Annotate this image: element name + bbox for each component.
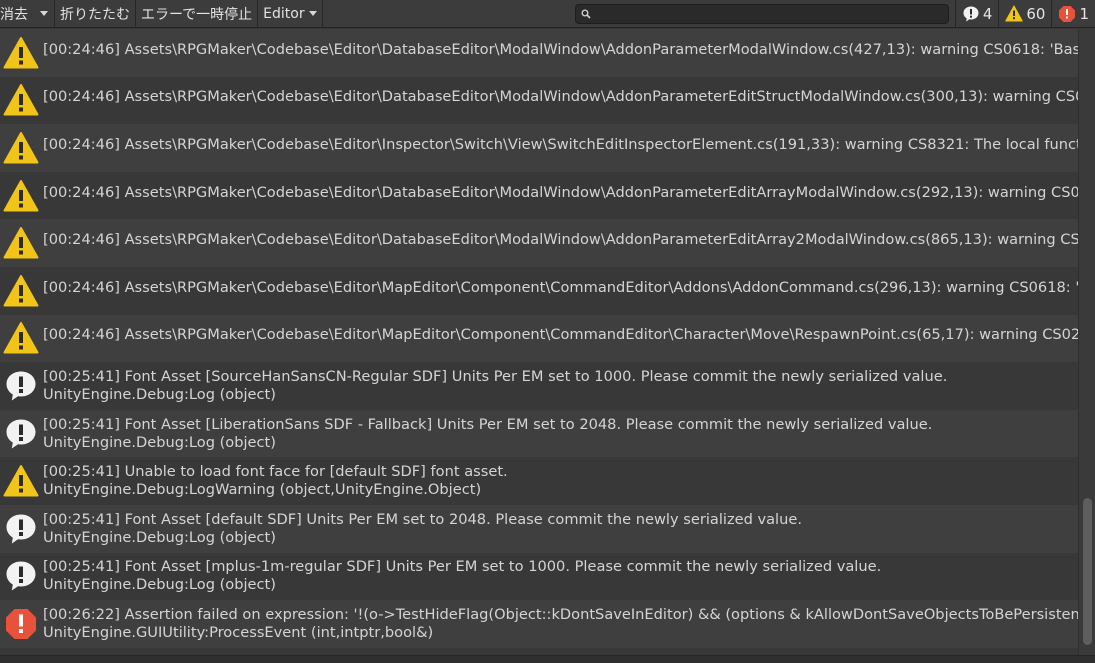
log-stack-line: UnityEngine.Debug:Log (object) xyxy=(43,576,276,594)
error-count-toggle[interactable]: 1 xyxy=(1051,0,1095,28)
warning-icon-graphic xyxy=(3,131,39,164)
error-pause-toggle[interactable]: エラーで一時停止 xyxy=(136,0,259,28)
log-entry-info[interactable]: [00:25:41] Font Asset [SourceHanSansCN-R… xyxy=(0,362,1078,410)
chevron-down-icon xyxy=(39,11,48,16)
log-message: [00:24:46] Assets\RPGMaker\Codebase\Edit… xyxy=(43,184,1078,202)
info-icon xyxy=(1,412,41,456)
warning-icon xyxy=(1,459,41,503)
vertical-scrollbar[interactable] xyxy=(1078,29,1095,655)
log-entry-warning[interactable]: [00:24:46] Assets\RPGMaker\Codebase\Edit… xyxy=(0,219,1078,267)
info-icon-graphic xyxy=(6,561,36,591)
warning-icon-graphic xyxy=(3,227,39,259)
warning-count: 60 xyxy=(1026,4,1046,23)
warning-icon xyxy=(1,316,41,360)
editor-target-dropdown[interactable]: Editor xyxy=(258,0,323,28)
error-pause-label: エラーで一時停止 xyxy=(141,6,253,23)
log-stack-line: UnityEngine.Debug:Log (object) xyxy=(43,433,276,451)
collapse-label: 折りたたむ xyxy=(60,6,130,23)
log-message-line: [00:24:46] Assets\RPGMaker\Codebase\Edit… xyxy=(43,40,1078,58)
error-icon-graphic xyxy=(6,608,36,639)
log-entry-warning[interactable]: [00:24:46] Assets\RPGMaker\Codebase\Edit… xyxy=(0,266,1078,315)
detail-splitter[interactable] xyxy=(0,655,1095,663)
warning-icon-graphic xyxy=(3,465,39,497)
log-message-line: [00:24:46] Assets\RPGMaker\Codebase\Edit… xyxy=(43,135,1078,153)
log-message: [00:24:46] Assets\RPGMaker\Codebase\Edit… xyxy=(43,279,1078,297)
log-message-line: [00:25:41] Font Asset [default SDF] Unit… xyxy=(43,510,802,528)
log-message: [00:25:41] Unable to load font face for … xyxy=(43,463,508,499)
warning-count-toggle[interactable]: 60 xyxy=(998,0,1051,28)
log-message-line: [00:26:22] Assertion failed on expressio… xyxy=(43,605,1078,623)
log-message: [00:25:41] Font Asset [mplus-1m-regular … xyxy=(43,558,881,594)
scrollbar-thumb[interactable] xyxy=(1083,498,1092,645)
search-input[interactable] xyxy=(590,5,948,22)
log-message: [00:26:22] Assertion failed on expressio… xyxy=(43,606,1078,642)
log-entry-warning[interactable]: [00:24:46] Assets\RPGMaker\Codebase\Edit… xyxy=(0,76,1078,125)
warning-icon-graphic xyxy=(3,274,39,307)
chevron-down-icon xyxy=(308,11,317,16)
console-log-list: [00:24:46] Assets\RPGMaker\Codebase\Edit… xyxy=(0,29,1078,655)
log-entry-warning[interactable]: [00:24:46] Assets\RPGMaker\Codebase\Edit… xyxy=(0,171,1078,220)
log-message: [00:24:46] Assets\RPGMaker\Codebase\Edit… xyxy=(43,136,1078,154)
log-message: [00:25:41] Font Asset [default SDF] Unit… xyxy=(43,511,802,547)
log-message-line: [00:25:41] Font Asset [SourceHanSansCN-R… xyxy=(43,367,948,385)
warning-icon xyxy=(1,174,41,218)
log-message: [00:25:41] Font Asset [LiberationSans SD… xyxy=(43,416,932,452)
log-message-line: [00:24:46] Assets\RPGMaker\Codebase\Edit… xyxy=(43,278,1078,296)
warning-icon xyxy=(1,78,41,122)
log-message: [00:24:46] Assets\RPGMaker\Codebase\Edit… xyxy=(43,231,1078,249)
warning-icon xyxy=(1,126,41,170)
log-message: [00:24:46] Assets\RPGMaker\Codebase\Edit… xyxy=(43,88,1078,106)
log-stack-line: UnityEngine.Debug:LogWarning (object,Uni… xyxy=(43,481,482,499)
warning-icon-graphic xyxy=(3,179,39,212)
log-entry-info[interactable]: [00:25:41] Font Asset [mplus-1m-regular … xyxy=(0,552,1078,601)
log-entry-warning[interactable]: [00:24:46] Assets\RPGMaker\Codebase\Edit… xyxy=(0,29,1078,77)
info-icon-graphic xyxy=(6,419,36,449)
info-icon-graphic xyxy=(6,371,36,401)
log-stack-line: UnityEngine.GUIUtility:ProcessEvent (int… xyxy=(43,623,434,641)
warning-icon xyxy=(1,31,41,75)
error-icon xyxy=(1059,5,1076,22)
search-field[interactable] xyxy=(574,3,949,24)
log-message: [00:25:41] Font Asset [SourceHanSansCN-R… xyxy=(43,368,947,404)
search-icon xyxy=(581,9,591,19)
error-count: 1 xyxy=(1079,4,1089,23)
warning-icon-graphic xyxy=(3,36,39,69)
log-entry-info[interactable]: [00:25:41] Font Asset [default SDF] Unit… xyxy=(0,504,1078,553)
info-icon xyxy=(1,507,41,551)
console-toolbar: 消去 折りたたむ エラーで一時停止 Editor 4 60 1 xyxy=(0,0,1095,28)
info-icon xyxy=(1,554,41,598)
log-entry-warning[interactable]: [00:24:46] Assets\RPGMaker\Codebase\Edit… xyxy=(0,124,1078,172)
log-message: [00:24:46] Assets\RPGMaker\Codebase\Edit… xyxy=(43,326,1078,344)
info-count-toggle[interactable]: 4 xyxy=(954,0,999,28)
error-icon xyxy=(1,602,41,646)
warning-icon-graphic xyxy=(3,84,39,116)
warning-icon-graphic xyxy=(3,322,39,354)
log-entry-warning[interactable]: [00:24:46] Assets\RPGMaker\Codebase\Edit… xyxy=(0,314,1078,363)
editor-label: Editor xyxy=(263,5,305,22)
clear-button[interactable]: 消去 xyxy=(0,0,33,28)
log-message-line: [00:24:46] Assets\RPGMaker\Codebase\Edit… xyxy=(43,231,1078,249)
warning-icon xyxy=(1,269,41,313)
log-entry-warning[interactable]: [00:25:41] Unable to load font face for … xyxy=(0,457,1078,505)
warning-icon xyxy=(1,221,41,265)
log-stack-line: UnityEngine.Debug:Log (object) xyxy=(43,528,276,546)
info-icon-graphic xyxy=(6,514,36,544)
log-entry-error[interactable]: [00:26:22] Assertion failed on expressio… xyxy=(0,600,1078,648)
log-message: [00:24:46] Assets\RPGMaker\Codebase\Edit… xyxy=(43,41,1078,59)
clear-options-dropdown[interactable] xyxy=(33,0,55,28)
info-icon xyxy=(1,364,41,408)
info-count: 4 xyxy=(982,4,993,23)
log-message-line: [00:24:46] Assets\RPGMaker\Codebase\Edit… xyxy=(43,326,1078,344)
log-message-line: [00:25:41] Font Asset [mplus-1m-regular … xyxy=(43,558,882,576)
info-icon xyxy=(963,6,979,21)
log-message-line: [00:25:41] Font Asset [LiberationSans SD… xyxy=(43,415,933,433)
clear-label: 消去 xyxy=(0,6,28,23)
log-stack-line: UnityEngine.Debug:Log (object) xyxy=(43,385,276,403)
log-message-line: [00:25:41] Unable to load font face for … xyxy=(43,463,508,481)
warning-icon xyxy=(1005,5,1024,22)
collapse-toggle[interactable]: 折りたたむ xyxy=(55,0,136,28)
log-entry-info[interactable]: [00:25:41] Font Asset [LiberationSans SD… xyxy=(0,409,1078,458)
log-message-line: [00:24:46] Assets\RPGMaker\Codebase\Edit… xyxy=(43,183,1078,201)
log-message-line: [00:24:46] Assets\RPGMaker\Codebase\Edit… xyxy=(43,88,1078,106)
